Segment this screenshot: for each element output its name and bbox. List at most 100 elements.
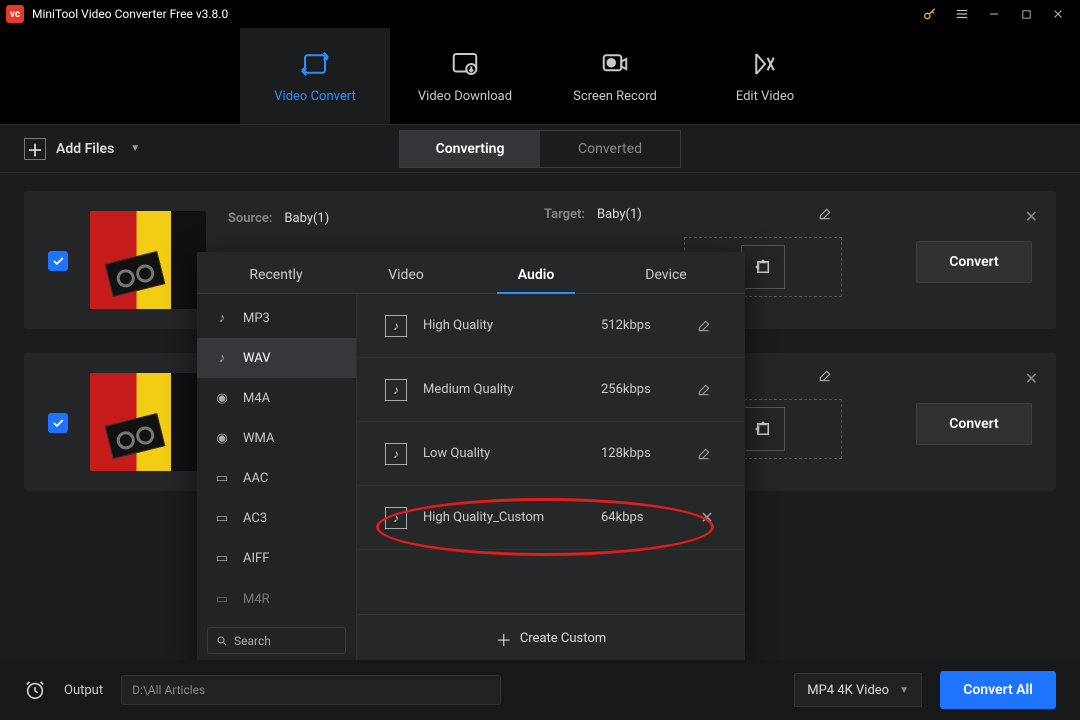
format-item-ac3[interactable]: ▭ AC3	[197, 499, 356, 539]
format-item-m4a[interactable]: ◉M4A	[197, 378, 356, 418]
format-search-input[interactable]: Search	[207, 627, 346, 654]
nav-label: Edit Video	[736, 89, 794, 104]
nav-label: Video Convert	[274, 89, 355, 104]
nav-tab-screen-record[interactable]: Screen Record	[540, 28, 690, 124]
main-nav: Video Convert Video Download Screen Reco…	[0, 28, 1080, 124]
audio-preset-icon: ♪	[385, 443, 407, 465]
chevron-down-icon[interactable]: ▼	[130, 143, 140, 154]
quality-edit-icon[interactable]	[697, 447, 717, 461]
status-segment: Converting Converted	[399, 130, 681, 168]
popup-tabs: Recently Video Audio Device	[197, 252, 745, 294]
footer: Output D:\All Articles MP4 4K Video ▼ Co…	[0, 660, 1080, 720]
quality-item-custom[interactable]: ♪ High Quality_Custom 64kbps ✕	[357, 486, 745, 550]
format-label: AAC	[243, 471, 268, 486]
remove-file-icon[interactable]: ✕	[1025, 369, 1038, 388]
format-popup: Recently Video Audio Device ♪MP3 ♪WAV ◉M…	[197, 252, 745, 662]
popup-tab-recently[interactable]: Recently	[211, 267, 341, 293]
convert-button[interactable]: Convert	[916, 403, 1032, 445]
convert-button[interactable]: Convert	[916, 241, 1032, 283]
format-item-mp3[interactable]: ♪MP3	[197, 298, 356, 338]
edit-video-icon	[750, 49, 780, 79]
format-item-wav[interactable]: ♪ WAV	[197, 338, 356, 378]
format-item-aiff[interactable]: ▭ AIFF	[197, 539, 356, 579]
quality-item[interactable]: ♪ High Quality 512kbps	[357, 294, 745, 358]
target-edit-icon[interactable]	[818, 369, 832, 383]
format-label: WMA	[243, 431, 274, 446]
file-thumbnail	[90, 211, 206, 309]
quality-item[interactable]: ♪ Low Quality 128kbps	[357, 422, 745, 486]
search-icon	[216, 635, 228, 647]
segment-converting[interactable]: Converting	[400, 131, 540, 167]
audio-file-icon: ▭	[213, 510, 231, 528]
file-checkbox[interactable]	[48, 251, 68, 271]
file-thumbnail	[90, 373, 206, 471]
quality-delete-icon[interactable]: ✕	[697, 508, 717, 527]
nav-tab-edit-video[interactable]: Edit Video	[690, 28, 840, 124]
popup-tab-audio[interactable]: Audio	[471, 267, 601, 293]
format-item-wma[interactable]: ◉ WMA	[197, 418, 356, 458]
remove-file-icon[interactable]: ✕	[1025, 207, 1038, 226]
target-format-dropdown[interactable]: MP4 4K Video ▼	[794, 673, 922, 707]
format-item-aac[interactable]: ▭AAC	[197, 459, 356, 499]
output-path-field[interactable]: D:\All Articles	[121, 675, 501, 705]
nav-label: Screen Record	[573, 89, 657, 104]
quality-bitrate: 512kbps	[601, 318, 681, 333]
quality-edit-icon[interactable]	[697, 383, 717, 397]
audio-file-icon: ♪	[213, 309, 231, 327]
app-title: MiniTool Video Converter Free v3.8.0	[32, 7, 228, 21]
quality-name: High Quality_Custom	[423, 510, 585, 525]
segment-converted[interactable]: Converted	[540, 131, 680, 167]
app-logo: vc	[6, 5, 24, 23]
quality-name: Medium Quality	[423, 382, 585, 397]
nav-tab-video-download[interactable]: Video Download	[390, 28, 540, 124]
schedule-icon[interactable]	[24, 679, 46, 701]
titlebar: vc MiniTool Video Converter Free v3.8.0	[0, 0, 1080, 28]
quality-bitrate: 128kbps	[601, 446, 681, 461]
output-label: Output	[64, 683, 103, 698]
search-placeholder: Search	[234, 634, 271, 648]
format-label: M4R	[243, 592, 270, 607]
popup-tab-video[interactable]: Video	[341, 267, 471, 293]
format-item-m4r[interactable]: ▭M4R	[197, 579, 356, 619]
source-value: Baby(1)	[284, 211, 329, 226]
chevron-down-icon: ▼	[899, 685, 909, 696]
minimize-icon[interactable]	[978, 0, 1010, 28]
create-custom-button[interactable]: ＋ Create Custom	[357, 614, 745, 662]
add-files-button[interactable]: ＋ Add Files ▼	[24, 138, 140, 160]
audio-preset-icon: ♪	[385, 379, 407, 401]
file-checkbox[interactable]	[48, 413, 68, 433]
audio-file-icon: ♪	[213, 349, 231, 367]
format-label: AC3	[243, 511, 267, 526]
audio-file-icon: ▭	[213, 550, 231, 568]
quality-bitrate: 256kbps	[601, 382, 681, 397]
audio-file-icon: ◉	[213, 429, 231, 447]
format-list[interactable]: ♪MP3 ♪ WAV ◉M4A ◉ WMA ▭AAC ▭ AC3 ▭ AIFF ▭M4R…	[197, 294, 357, 662]
close-window-icon[interactable]	[1042, 0, 1074, 28]
video-convert-icon	[300, 49, 330, 79]
quality-edit-icon[interactable]	[697, 319, 717, 333]
quality-name: High Quality	[423, 318, 585, 333]
quality-item[interactable]: ♪ Medium Quality 256kbps	[357, 358, 745, 422]
popup-tab-device[interactable]: Device	[601, 267, 731, 293]
toolbar: ＋ Add Files ▼ Converting Converted	[0, 124, 1080, 172]
upgrade-key-icon[interactable]	[914, 0, 946, 28]
source-label: Source:	[228, 211, 272, 226]
audio-preset-icon: ♪	[385, 507, 407, 529]
video-download-icon	[450, 49, 480, 79]
format-label: AIFF	[243, 551, 269, 566]
add-files-label: Add Files	[56, 141, 114, 157]
format-label: WAV	[243, 351, 270, 366]
convert-all-button[interactable]: Convert All	[940, 671, 1056, 709]
quality-bitrate: 64kbps	[601, 510, 681, 525]
maximize-icon[interactable]	[1010, 0, 1042, 28]
create-custom-label: Create Custom	[520, 631, 606, 646]
plus-icon: ＋	[24, 138, 46, 160]
hamburger-menu-icon[interactable]	[946, 0, 978, 28]
nav-label: Video Download	[418, 89, 512, 104]
plus-icon: ＋	[496, 627, 512, 651]
nav-tab-video-convert[interactable]: Video Convert	[240, 28, 390, 124]
audio-preset-icon: ♪	[385, 315, 407, 337]
target-label: Target:	[544, 207, 585, 222]
format-label: M4A	[243, 391, 270, 406]
target-edit-icon[interactable]	[818, 207, 832, 221]
